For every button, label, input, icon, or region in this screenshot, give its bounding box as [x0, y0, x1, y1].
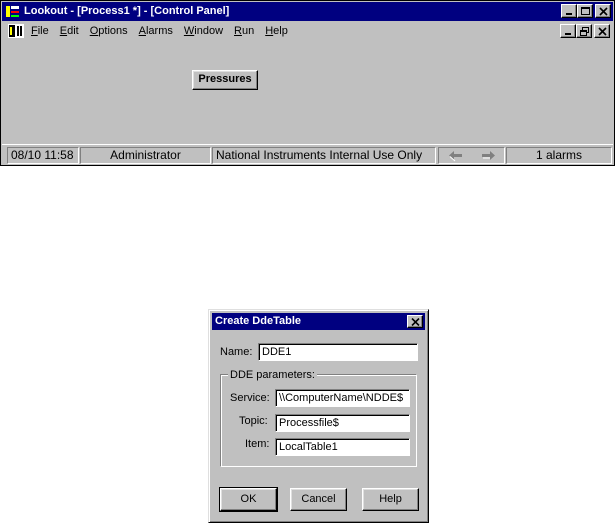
menu-alarms[interactable]: Alarms: [139, 25, 173, 37]
name-input[interactable]: DDE1: [258, 343, 418, 361]
maximize-icon: [581, 7, 590, 15]
menu-options[interactable]: Options: [90, 25, 128, 37]
menu-file[interactable]: File: [31, 25, 49, 37]
service-input[interactable]: \\ComputerName\NDDE$: [275, 389, 410, 407]
pressures-button[interactable]: Pressures: [192, 70, 258, 90]
menu-file-rest: ile: [37, 25, 49, 37]
close-icon: [599, 7, 608, 16]
help-button[interactable]: Help: [362, 488, 419, 511]
title-bar[interactable]: Lookout - [Process1 *] - [Control Panel]: [2, 2, 613, 21]
create-ddetable-dialog: Create DdeTable Name: DDE1 DDE parameter…: [208, 309, 429, 523]
status-user: Administrator: [80, 147, 211, 164]
lookout-window: Lookout - [Process1 *] - [Control Panel]…: [0, 0, 615, 166]
item-label: Item:: [245, 438, 270, 450]
topic-label: Topic:: [239, 415, 268, 427]
menu-window[interactable]: Window: [184, 25, 223, 37]
status-message: National Instruments Internal Use Only: [212, 147, 436, 164]
dialog-title: Create DdeTable: [215, 315, 301, 327]
child-minimize-button[interactable]: [560, 24, 576, 38]
status-alarms[interactable]: 1 alarms: [506, 147, 612, 164]
lookout-app-icon[interactable]: [5, 4, 20, 19]
alarm-navigation: [438, 147, 505, 164]
menu-edit[interactable]: Edit: [60, 25, 79, 37]
service-label: Service:: [230, 392, 270, 404]
cancel-button[interactable]: Cancel: [290, 488, 347, 511]
menu-help[interactable]: Help: [265, 25, 288, 37]
child-close-button[interactable]: [594, 24, 610, 38]
close-icon: [411, 318, 420, 326]
item-input[interactable]: LocalTable1: [275, 438, 410, 456]
maximize-button[interactable]: [577, 4, 593, 18]
minimize-icon: [565, 33, 571, 35]
child-restore-button[interactable]: [576, 24, 592, 38]
restore-icon: [580, 27, 589, 36]
window-title: Lookout - [Process1 *] - [Control Panel]: [24, 5, 230, 17]
arrow-left-icon[interactable]: [441, 149, 471, 162]
dialog-close-button[interactable]: [407, 315, 423, 328]
menu-bar: File Edit Options Alarms Window Run Help: [2, 21, 613, 41]
topic-input[interactable]: Processfile$: [275, 414, 410, 432]
control-panel-area: Pressures: [2, 41, 613, 145]
close-button[interactable]: [595, 4, 611, 18]
menu-run[interactable]: Run: [234, 25, 254, 37]
arrow-right-icon[interactable]: [473, 149, 503, 162]
document-system-icon[interactable]: [8, 24, 24, 38]
minimize-icon: [566, 13, 572, 15]
minimize-button[interactable]: [561, 4, 577, 18]
name-label: Name:: [220, 346, 253, 358]
ok-button[interactable]: OK: [219, 487, 278, 512]
status-bar: 08/10 11:58 Administrator National Instr…: [2, 144, 613, 165]
dde-parameters-label: DDE parameters:: [228, 369, 317, 381]
status-time: 08/10 11:58: [7, 147, 79, 164]
close-icon: [598, 27, 607, 36]
dialog-title-bar[interactable]: Create DdeTable: [212, 313, 425, 330]
